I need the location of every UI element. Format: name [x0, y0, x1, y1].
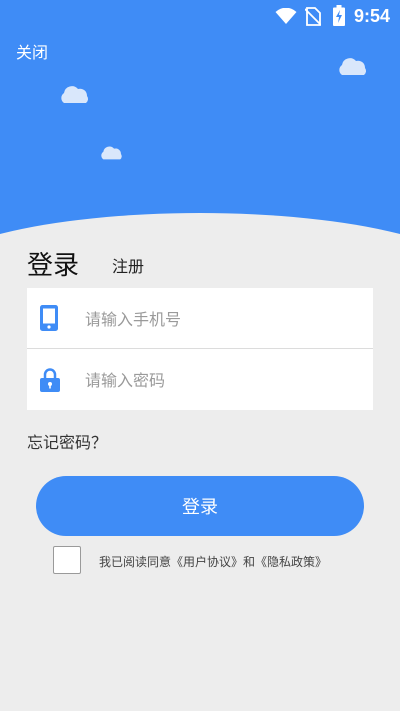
header-curve: [0, 213, 400, 240]
login-button[interactable]: 登录: [36, 476, 364, 536]
phone-field: [27, 288, 373, 348]
no-sim-icon: [305, 7, 321, 26]
agreement-checkbox[interactable]: [53, 546, 81, 574]
header-banner: [0, 0, 400, 240]
status-time: 9:54: [353, 6, 390, 26]
close-button[interactable]: 关闭: [16, 39, 48, 63]
password-input[interactable]: [83, 361, 367, 399]
lock-icon: [40, 368, 60, 392]
login-form: [27, 288, 373, 410]
phone-input[interactable]: [83, 300, 367, 338]
forgot-password-link[interactable]: 忘记密码？: [27, 429, 107, 453]
battery-icon: [333, 5, 345, 26]
cloud-icon: [339, 58, 366, 75]
cloud-icon: [101, 146, 122, 160]
tab-register[interactable]: 注册: [112, 253, 144, 277]
wifi-icon: [275, 8, 297, 24]
cloud-icon: [61, 86, 88, 103]
phone-icon: [40, 305, 58, 331]
status-bar: 9:54: [0, 0, 400, 34]
tab-login[interactable]: 登录: [27, 245, 79, 282]
agreement-text: 我已阅读同意《用户协议》和《隐私政策》: [99, 555, 328, 569]
password-field: [27, 349, 373, 409]
